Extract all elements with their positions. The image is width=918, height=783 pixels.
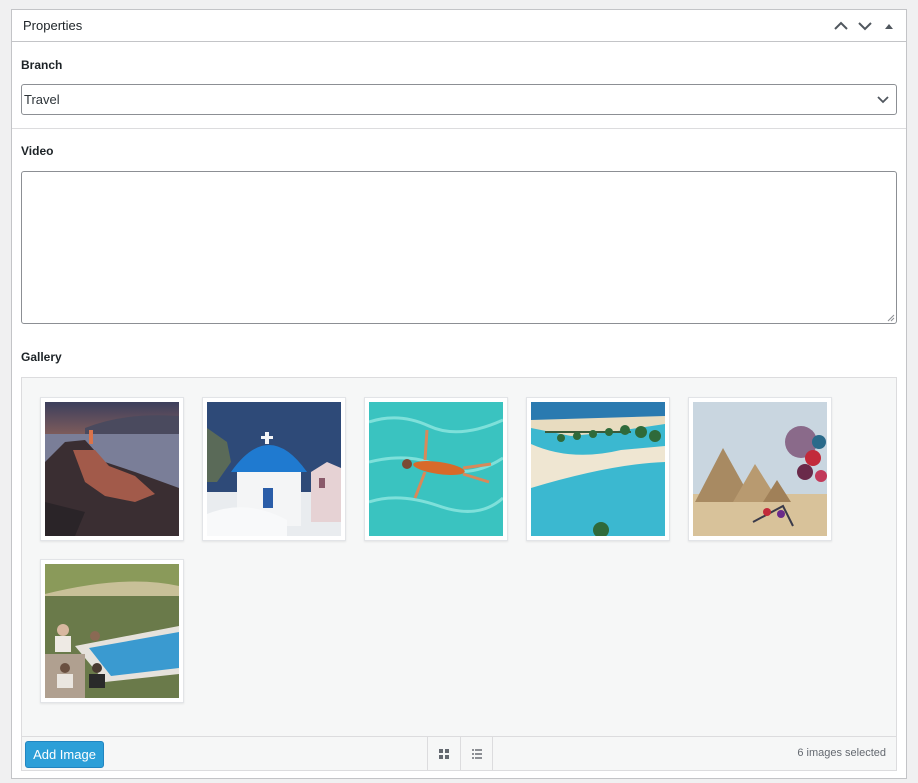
chevron-down-icon	[877, 96, 889, 104]
video-field: Video	[12, 129, 906, 324]
add-image-button[interactable]: Add Image	[25, 741, 104, 768]
blue-dome-church-image	[207, 402, 341, 536]
gallery-image[interactable]	[364, 397, 508, 541]
gallery-field: Gallery Add Image 6 images selected	[12, 324, 906, 771]
chevron-down-icon[interactable]	[856, 17, 874, 35]
list-view-icon	[471, 748, 482, 759]
video-input[interactable]	[22, 172, 896, 323]
video-textarea[interactable]	[21, 171, 897, 324]
grid-view-icon	[439, 748, 449, 759]
metabox-controls	[832, 17, 898, 35]
chevron-up-icon[interactable]	[832, 17, 850, 35]
pyramids-souvenirs-image	[693, 402, 827, 536]
gallery-thumbnails	[40, 397, 860, 703]
triangle-up-icon[interactable]	[880, 17, 898, 35]
gallery-image[interactable]	[40, 559, 184, 703]
view-toggle	[427, 737, 493, 770]
grid-view-button[interactable]	[428, 737, 460, 770]
images-selected-count: 6 images selected	[797, 747, 886, 759]
metabox-title: Properties	[23, 18, 83, 33]
gallery-image[interactable]	[688, 397, 832, 541]
gallery-image[interactable]	[526, 397, 670, 541]
branch-select[interactable]: Travel	[21, 84, 897, 115]
resize-grip-icon[interactable]	[887, 314, 895, 322]
metabox-header: Properties	[12, 10, 906, 42]
gallery-image[interactable]	[40, 397, 184, 541]
cliffside-village-image	[45, 402, 179, 536]
video-label: Video	[21, 144, 54, 158]
branch-label: Branch	[21, 58, 63, 72]
poolside-gathering-image	[45, 564, 179, 698]
properties-metabox: Properties Branch Travel Video Gallery A…	[11, 9, 907, 779]
gallery-image[interactable]	[202, 397, 346, 541]
tropical-beach-image	[531, 402, 665, 536]
branch-selected-value: Travel	[24, 92, 60, 107]
gallery-container: Add Image 6 images selected	[21, 377, 897, 771]
branch-field: Branch Travel	[12, 42, 906, 129]
swimmer-turquoise-water-image	[369, 402, 503, 536]
gallery-toolbar: Add Image 6 images selected	[22, 736, 896, 770]
list-view-button[interactable]	[460, 737, 492, 770]
gallery-label: Gallery	[21, 350, 62, 364]
